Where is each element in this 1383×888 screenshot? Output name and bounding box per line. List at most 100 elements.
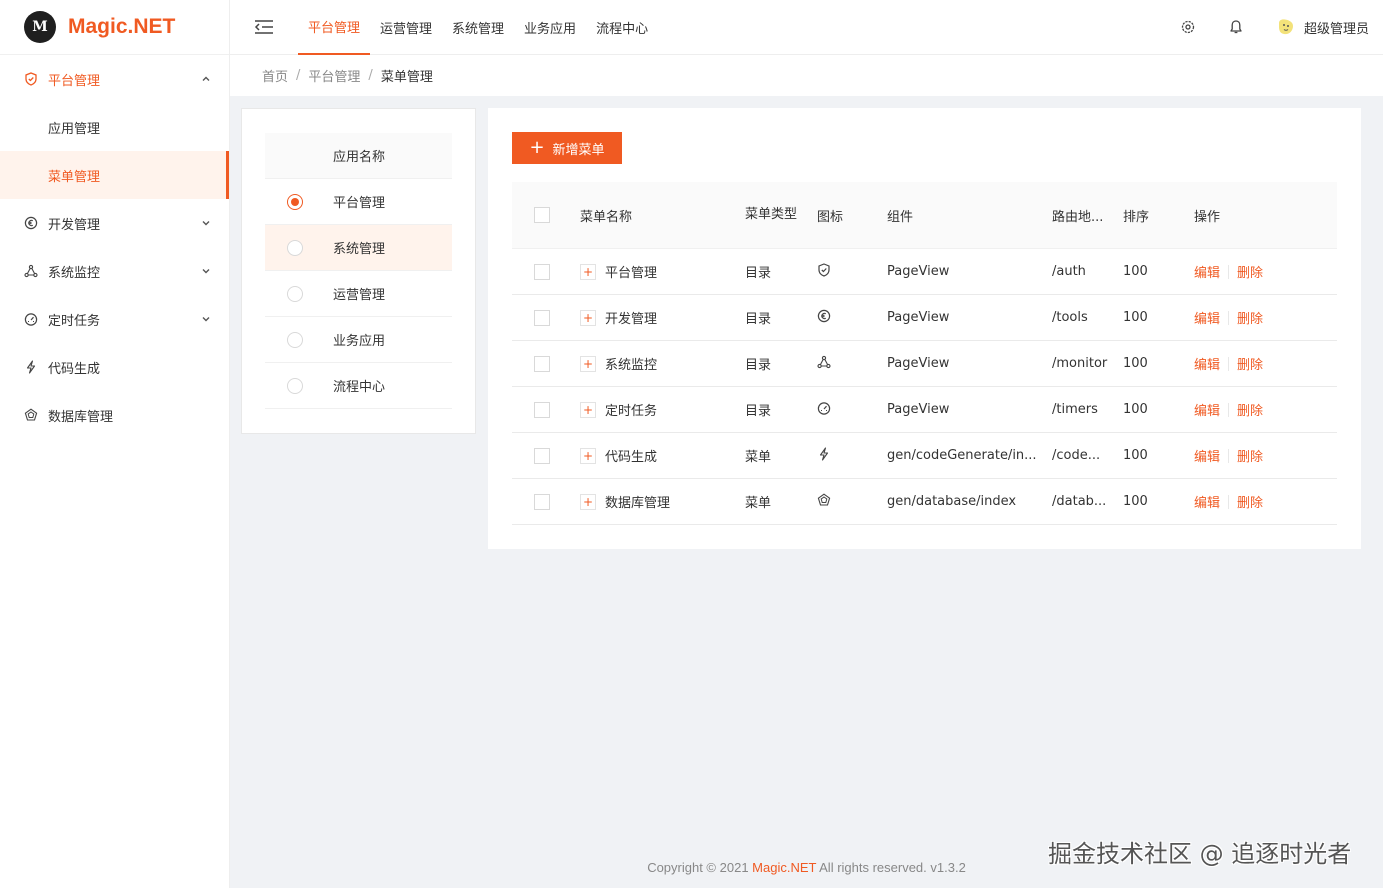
- select-all-checkbox[interactable]: [534, 207, 550, 223]
- app-row-label: 平台管理: [333, 196, 386, 211]
- row-route: /monitor: [1052, 356, 1108, 371]
- row-checkbox[interactable]: [534, 263, 550, 280]
- delete-link[interactable]: 删除: [1237, 400, 1263, 419]
- delete-link[interactable]: 删除: [1237, 308, 1263, 327]
- app-row-business[interactable]: 业务应用: [265, 317, 452, 363]
- row-type: 目录: [745, 312, 772, 327]
- tab-business[interactable]: 业务应用: [514, 0, 586, 55]
- table-row: + 数据库管理 菜单 gen/database/index /datab... 1…: [512, 479, 1337, 525]
- menu-table: 菜单名称 菜单类型 图标 组件 路由地... 排序 操作 + 平台管理 目录 Pa…: [512, 182, 1337, 525]
- radio-button[interactable]: [287, 239, 303, 256]
- row-component: PageView: [887, 264, 950, 279]
- row-sort: 100: [1123, 310, 1148, 325]
- expand-icon[interactable]: +: [580, 401, 596, 418]
- row-checkbox[interactable]: [534, 355, 550, 372]
- gear-icon[interactable]: [1180, 19, 1196, 35]
- row-icon-cell: [817, 309, 887, 327]
- row-component: gen/codeGenerate/in...: [887, 448, 1037, 463]
- footer-brand-link[interactable]: Magic.NET: [752, 860, 816, 875]
- row-type: 菜单: [745, 450, 772, 465]
- row-checkbox[interactable]: [534, 447, 550, 464]
- row-actions: 编辑 删除: [1194, 354, 1334, 373]
- row-actions: 编辑 删除: [1194, 400, 1334, 419]
- app-row-platform[interactable]: 平台管理: [265, 179, 452, 225]
- app-row-workflow[interactable]: 流程中心: [265, 363, 452, 409]
- edit-link[interactable]: 编辑: [1194, 446, 1220, 465]
- row-name: 数据库管理: [605, 496, 671, 511]
- table-row: + 平台管理 目录 PageView /auth 100 编辑 删除: [512, 249, 1337, 295]
- row-name: 代码生成: [605, 450, 658, 465]
- row-name: 定时任务: [605, 404, 658, 419]
- expand-icon[interactable]: +: [580, 263, 596, 280]
- edit-link[interactable]: 编辑: [1194, 492, 1220, 511]
- tab-system[interactable]: 系统管理: [442, 0, 514, 55]
- header-checkbox-cell: [512, 207, 580, 223]
- user-menu[interactable]: 超级管理员: [1276, 17, 1369, 37]
- sidebar-item-timers[interactable]: 定时任务: [0, 295, 229, 343]
- plus-icon: +: [529, 137, 545, 158]
- radio-button[interactable]: [287, 285, 303, 302]
- row-route: /tools: [1052, 310, 1088, 325]
- breadcrumb-separator: /: [368, 68, 373, 83]
- expand-icon[interactable]: +: [580, 309, 596, 326]
- tab-workflow[interactable]: 流程中心: [586, 0, 658, 55]
- row-checkbox-cell: [512, 263, 580, 280]
- sidebar-subitem-menu-manage[interactable]: 菜单管理: [0, 151, 229, 199]
- euro-circle-icon: [24, 216, 38, 230]
- row-checkbox[interactable]: [534, 309, 550, 326]
- shield-icon: [818, 262, 830, 277]
- row-component: PageView: [887, 310, 950, 325]
- database-icon: [817, 493, 831, 506]
- bell-icon[interactable]: [1228, 19, 1244, 35]
- expand-icon[interactable]: +: [580, 493, 596, 510]
- watermark: 掘金技术社区 @ 追逐时光者: [1048, 840, 1352, 868]
- add-menu-button[interactable]: + 新增菜单: [512, 132, 622, 164]
- expand-icon[interactable]: +: [580, 355, 596, 372]
- sidebar-item-database[interactable]: 数据库管理: [0, 391, 229, 439]
- breadcrumb-platform[interactable]: 平台管理: [308, 66, 360, 85]
- action-divider: [1228, 264, 1230, 279]
- tab-platform[interactable]: 平台管理: [298, 0, 371, 55]
- chevron-up-icon: [202, 76, 210, 81]
- row-type: 目录: [745, 404, 772, 419]
- delete-link[interactable]: 删除: [1237, 262, 1263, 281]
- edit-link[interactable]: 编辑: [1194, 354, 1220, 373]
- col-header-name: 菜单名称: [580, 209, 633, 225]
- row-checkbox-cell: [512, 401, 580, 418]
- row-checkbox-cell: [512, 493, 580, 510]
- expand-icon[interactable]: +: [580, 447, 596, 464]
- sidebar-subitem-app-manage[interactable]: 应用管理: [0, 103, 229, 151]
- breadcrumb-home[interactable]: 首页: [262, 66, 288, 85]
- row-route: /auth: [1052, 264, 1086, 279]
- delete-link[interactable]: 删除: [1237, 446, 1263, 465]
- col-header-sort: 排序: [1123, 209, 1150, 225]
- col-header-actions: 操作: [1194, 209, 1221, 225]
- sidebar-item-dev[interactable]: 开发管理: [0, 199, 229, 247]
- edit-link[interactable]: 编辑: [1194, 308, 1220, 327]
- breadcrumb-separator: /: [296, 68, 301, 83]
- delete-link[interactable]: 删除: [1237, 354, 1263, 373]
- row-component: PageView: [887, 356, 950, 371]
- radio-button[interactable]: [287, 193, 303, 210]
- radio-button[interactable]: [287, 377, 303, 394]
- row-name: 系统监控: [605, 358, 658, 373]
- sidebar-item-monitor[interactable]: 系统监控: [0, 247, 229, 295]
- sidebar-item-platform[interactable]: 平台管理: [0, 55, 229, 103]
- table-row: + 系统监控 目录 PageView /monitor 100 编辑 删除: [512, 341, 1337, 387]
- edit-link[interactable]: 编辑: [1194, 400, 1220, 419]
- sidebar-item-label: 代码生成: [48, 361, 101, 377]
- radio-button[interactable]: [287, 331, 303, 348]
- sidebar-item-codegen[interactable]: 代码生成: [0, 343, 229, 391]
- row-checkbox[interactable]: [534, 401, 550, 418]
- app-row-system[interactable]: 系统管理: [265, 225, 452, 271]
- menu-fold-icon[interactable]: [254, 19, 274, 35]
- app-row-operations[interactable]: 运营管理: [265, 271, 452, 317]
- delete-link[interactable]: 删除: [1237, 492, 1263, 511]
- row-checkbox[interactable]: [534, 493, 550, 510]
- table-header: 菜单名称 菜单类型 图标 组件 路由地... 排序 操作: [512, 182, 1337, 249]
- sidebar-nav: 平台管理 应用管理 菜单管理 开发管理 系统监控 定时任务 代码生成 数据库管理: [0, 55, 229, 439]
- row-name: 开发管理: [605, 312, 658, 327]
- edit-link[interactable]: 编辑: [1194, 262, 1220, 281]
- logo[interactable]: M Magic.NET: [0, 0, 229, 55]
- tab-operations[interactable]: 运营管理: [370, 0, 442, 55]
